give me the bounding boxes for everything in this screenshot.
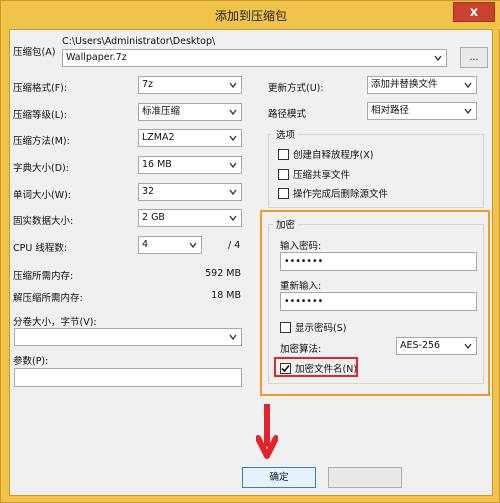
cpu-combo[interactable]: 4	[138, 236, 202, 254]
split-combo[interactable]	[14, 328, 242, 346]
chevron-down-icon	[228, 160, 238, 170]
sfx-label: 创建自释放程序(X)	[293, 150, 374, 161]
archive-filename-combo[interactable]: Wallpaper.7z	[62, 49, 447, 67]
dialog-client-area: 压缩包(A) C:\Users\Administrator\Desktop\ W…	[9, 29, 493, 496]
encrypt-filenames-highlight-box	[274, 357, 358, 377]
close-button[interactable]: x	[453, 2, 495, 22]
cpu-value: 4	[142, 239, 149, 250]
solid-label: 固实数据大小:	[13, 216, 74, 227]
title-bar: 添加到压缩包 x	[1, 1, 500, 29]
cancel-button[interactable]	[328, 467, 402, 488]
method-combo[interactable]: LZMA2	[138, 129, 242, 147]
archive-filename-value: Wallpaper.7z	[66, 52, 127, 63]
sfx-checkbox[interactable]	[278, 149, 289, 160]
browse-button[interactable]: ...	[460, 47, 488, 68]
chevron-down-icon	[228, 213, 238, 223]
path-mode-label: 路径模式	[268, 109, 307, 120]
word-value: 32	[142, 186, 155, 197]
cpu-total: / 4	[228, 240, 241, 251]
mem-compress-label: 压缩所需内存:	[13, 271, 74, 282]
mem-decompress-value: 18 MB	[211, 290, 241, 301]
level-value: 标准压缩	[142, 106, 181, 117]
chevron-down-icon	[228, 107, 238, 117]
dict-label: 字典大小(D):	[13, 163, 69, 174]
chevron-down-icon	[433, 53, 443, 63]
delete-after-checkbox[interactable]	[278, 188, 289, 199]
chevron-down-icon	[188, 240, 198, 250]
solid-combo[interactable]: 2 GB	[138, 209, 242, 227]
update-combo[interactable]: 添加并替换文件	[367, 76, 477, 94]
format-value: 7z	[142, 79, 154, 90]
method-value: LZMA2	[142, 132, 175, 143]
chevron-down-icon	[228, 80, 238, 90]
red-arrow-icon	[256, 404, 278, 459]
word-combo[interactable]: 32	[138, 183, 242, 201]
dialog-title: 添加到压缩包	[214, 9, 287, 23]
chevron-down-icon	[228, 133, 238, 143]
split-label: 分卷大小，字节(V):	[13, 317, 97, 328]
add-to-archive-dialog: 添加到压缩包 x 压缩包(A) C:\Users\Administrator\D…	[0, 0, 500, 503]
params-label: 参数(P):	[13, 356, 49, 367]
ok-button[interactable]: 确定	[242, 467, 316, 488]
chevron-down-icon	[228, 332, 238, 342]
dict-value: 16 MB	[142, 159, 172, 170]
path-mode-combo[interactable]: 相对路径	[367, 102, 477, 120]
cpu-label: CPU 线程数:	[13, 243, 68, 254]
params-input[interactable]	[14, 368, 242, 387]
level-label: 压缩等级(L):	[13, 110, 67, 121]
path-mode-value: 相对路径	[371, 105, 410, 116]
shared-checkbox[interactable]	[278, 169, 289, 180]
options-group-title: 选项	[273, 127, 299, 141]
chevron-down-icon	[228, 187, 238, 197]
mem-compress-value: 592 MB	[205, 268, 241, 279]
level-combo[interactable]: 标准压缩	[138, 103, 242, 121]
update-label: 更新方式(U):	[268, 83, 324, 94]
format-label: 压缩格式(F):	[13, 83, 68, 94]
archive-label: 压缩包(A)	[13, 47, 56, 58]
word-label: 单词大小(W):	[13, 190, 72, 201]
mem-decompress-label: 解压缩所需内存:	[13, 293, 83, 304]
chevron-down-icon	[463, 106, 473, 116]
method-label: 压缩方法(M):	[13, 136, 70, 147]
shared-label: 压缩共享文件	[293, 170, 351, 181]
update-value: 添加并替换文件	[371, 79, 438, 90]
solid-value: 2 GB	[142, 212, 165, 223]
format-combo[interactable]: 7z	[138, 76, 242, 94]
delete-after-label: 操作完成后删除源文件	[293, 189, 389, 200]
dict-combo[interactable]: 16 MB	[138, 156, 242, 174]
chevron-down-icon	[463, 80, 473, 90]
archive-folder-path: C:\Users\Administrator\Desktop\	[62, 36, 216, 47]
